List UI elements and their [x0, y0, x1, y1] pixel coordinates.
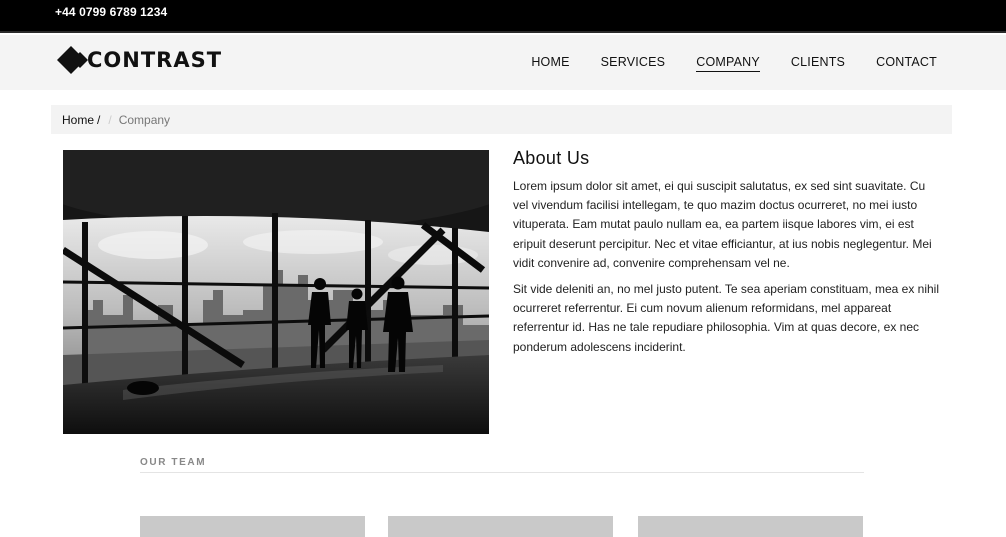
about-title: About Us: [513, 148, 590, 168]
main-nav: HOME SERVICES COMPANY CLIENTS CONTACT: [531, 55, 937, 72]
top-contact-bar: +44 0799 6789 1234: [0, 0, 1006, 33]
breadcrumb: Home / / Company: [51, 105, 952, 134]
logo-text: CONTRAST: [87, 48, 223, 72]
diamond-logo-icon: [57, 46, 88, 74]
logo-link[interactable]: CONTRAST: [57, 46, 222, 74]
nav-services[interactable]: SERVICES: [601, 55, 666, 72]
team-member-card[interactable]: [388, 516, 613, 537]
breadcrumb-separator: /: [108, 112, 112, 127]
nav-company[interactable]: COMPANY: [696, 55, 760, 72]
nav-contact[interactable]: CONTACT: [876, 55, 937, 72]
team-member-card[interactable]: [638, 516, 863, 537]
breadcrumb-home-link[interactable]: Home: [62, 113, 94, 127]
phone-number[interactable]: +44 0799 6789 1234: [55, 5, 167, 19]
about-section: About Us Lorem ipsum dolor sit amet, ei …: [513, 148, 943, 364]
about-paragraph: Lorem ipsum dolor sit amet, ei qui susci…: [513, 179, 932, 270]
team-heading: OUR TEAM: [140, 457, 864, 473]
office-photo: [63, 150, 489, 434]
about-paragraph: Sit vide deleniti an, no mel justo puten…: [513, 282, 940, 354]
nav-home[interactable]: HOME: [531, 55, 569, 72]
site-header: CONTRAST HOME SERVICES COMPANY CLIENTS C…: [0, 35, 1006, 90]
office-silhouette-image: [63, 150, 489, 434]
team-member-card[interactable]: [140, 516, 365, 537]
breadcrumb-current: Company: [118, 112, 171, 127]
nav-clients[interactable]: CLIENTS: [791, 55, 845, 72]
breadcrumb-separator: /: [97, 112, 101, 127]
